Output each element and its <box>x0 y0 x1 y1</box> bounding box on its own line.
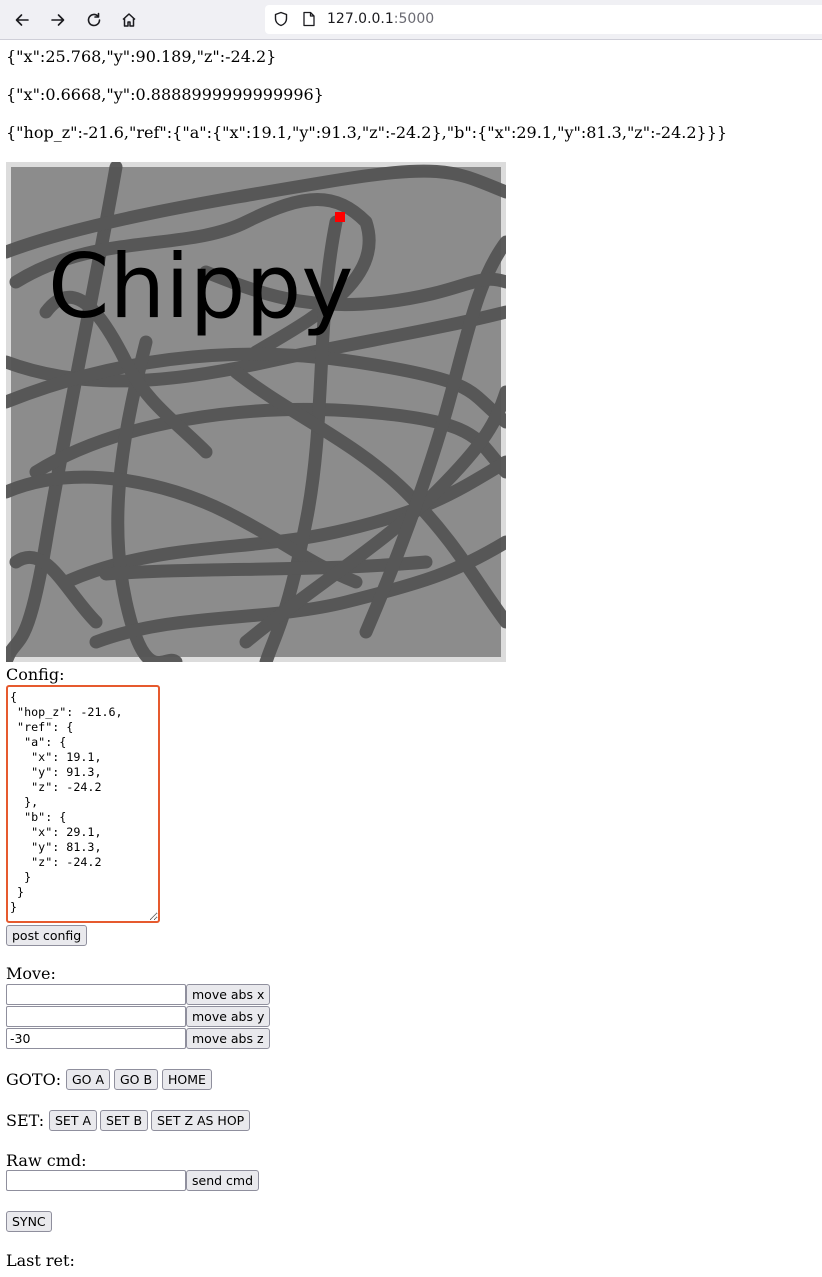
canvas-title: Chippy <box>48 235 353 338</box>
forward-icon[interactable] <box>44 6 72 34</box>
canvas-drawing: Chippy <box>6 162 506 662</box>
set-label: SET: <box>6 1111 45 1130</box>
url-host: 127.0.0.1 <box>327 11 394 27</box>
set-b-button[interactable]: SET B <box>100 1110 149 1131</box>
raw-cmd-input[interactable] <box>6 1170 186 1191</box>
config-textarea[interactable]: { "hop_z": -21.6, "ref": { "a": { "x": 1… <box>6 685 160 923</box>
move-abs-z-button[interactable]: move abs z <box>186 1028 270 1049</box>
send-cmd-button[interactable]: send cmd <box>186 1170 260 1191</box>
normalized-readout: {"x":0.6668,"y":0.8888999999999996} <box>6 85 324 104</box>
goto-label: GOTO: <box>6 1070 62 1089</box>
page-icon <box>303 11 315 27</box>
url-port: :5000 <box>393 11 435 27</box>
sync-button[interactable]: SYNC <box>6 1211 52 1232</box>
config-label: Config: <box>6 665 65 684</box>
url-bar[interactable]: 127.0.0.1:5000 <box>265 5 822 34</box>
reload-icon[interactable] <box>80 6 108 34</box>
raw-cmd-label: Raw cmd: <box>6 1151 87 1170</box>
work-canvas[interactable]: Chippy <box>6 162 506 662</box>
position-readout: {"x":25.768,"y":90.189,"z":-24.2} <box>6 47 277 66</box>
set-a-button[interactable]: SET A <box>49 1110 97 1131</box>
shield-icon[interactable] <box>273 11 289 27</box>
home-button[interactable]: HOME <box>162 1069 212 1090</box>
post-config-button[interactable]: post config <box>6 925 88 946</box>
go-a-button[interactable]: GO A <box>66 1069 111 1090</box>
move-label: Move: <box>6 964 56 983</box>
url-text[interactable]: 127.0.0.1:5000 <box>327 11 434 28</box>
browser-toolbar: 127.0.0.1:5000 <box>0 0 822 40</box>
move-y-input[interactable] <box>6 1006 186 1027</box>
position-marker <box>335 212 345 222</box>
last-ret-label: Last ret: <box>6 1251 75 1270</box>
move-x-input[interactable] <box>6 984 186 1005</box>
go-b-button[interactable]: GO B <box>114 1069 159 1090</box>
move-abs-y-button[interactable]: move abs y <box>186 1006 271 1027</box>
home-icon[interactable] <box>115 6 143 34</box>
set-z-as-hop-button[interactable]: SET Z AS HOP <box>151 1110 251 1131</box>
back-icon[interactable] <box>8 6 36 34</box>
config-readout: {"hop_z":-21.6,"ref":{"a":{"x":19.1,"y":… <box>6 123 728 142</box>
move-abs-x-button[interactable]: move abs x <box>186 984 271 1005</box>
move-z-input[interactable] <box>6 1028 186 1049</box>
